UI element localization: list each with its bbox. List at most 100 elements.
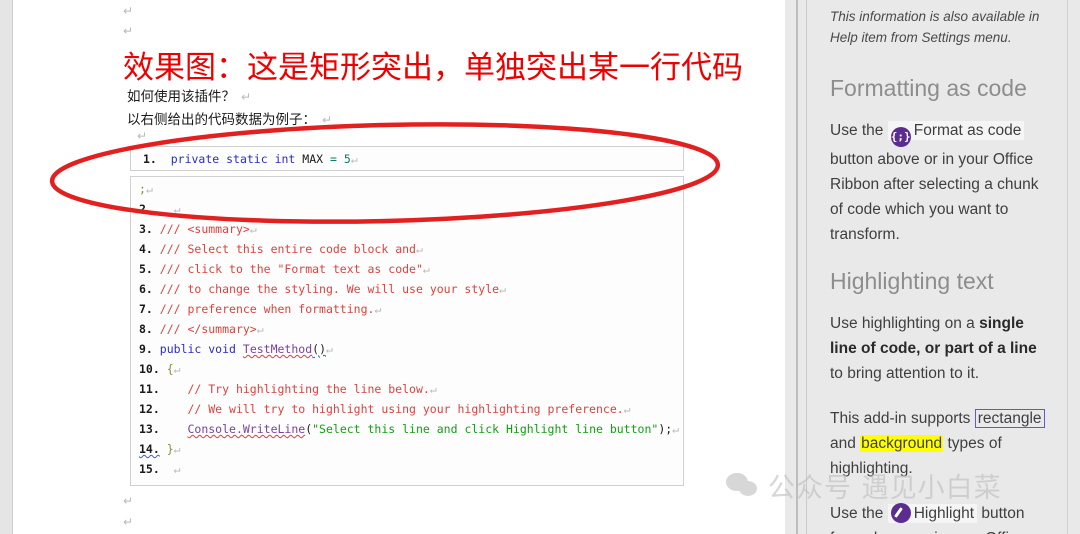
code-line-3: 3. /// <summary>↵ xyxy=(131,219,683,239)
paragraph-marks-bottom: ↵ ↵ ↵ xyxy=(123,492,133,534)
code-comment: /// click to the "Format text as code" xyxy=(159,262,423,276)
pilcrow-mark: ↵ xyxy=(123,494,134,508)
highlight-button-label: Highlight xyxy=(913,505,975,522)
code-line-10: 10. {↵ xyxy=(131,359,683,379)
code-token-brace: { xyxy=(166,362,174,376)
code-line-8: 8. /// </summary>↵ xyxy=(131,319,683,339)
code-line-7: 7. /// preference when formatting.↵ xyxy=(131,299,683,319)
code-line-4: 4. /// Select this entire code block and… xyxy=(131,239,683,259)
page-title: 效果图：这是矩形突出，单独突出某一行代码 xyxy=(123,50,743,86)
pane-separator-strip xyxy=(785,0,812,534)
background-highlight-sample: background xyxy=(860,435,944,452)
pilcrow-mark: ↵ xyxy=(374,302,382,316)
code-comment: /// preference when formatting. xyxy=(159,302,375,316)
text-use-the-2: Use the xyxy=(830,505,888,522)
code-line-12: 12. // We will try to highlight using yo… xyxy=(131,399,683,419)
code-braces-icon: {;} xyxy=(890,127,911,147)
text-format-post: button above or in your Office Ribbon af… xyxy=(830,151,1039,243)
code-token-method: TestMethod xyxy=(242,342,313,356)
pilcrow-mark: ↵ xyxy=(499,282,506,296)
code-line-number: 7. xyxy=(139,302,153,316)
pilcrow-mark: ↵ xyxy=(145,182,153,196)
taskpane-paragraph-highlight-2: This add-in supports rectangle and backg… xyxy=(830,406,1052,481)
code-token-number: 5 xyxy=(343,152,351,166)
text-supports-mid: and xyxy=(830,435,861,452)
code-comment: // Try highlighting the line below. xyxy=(159,382,430,396)
code-line-number: 11. xyxy=(139,382,160,396)
code-line-15: 15. ↵ xyxy=(131,459,683,479)
text-highlight-pre: Use highlighting on a xyxy=(830,315,980,332)
pilcrow-mark: ↵ xyxy=(137,129,148,143)
taskpane-paragraph-format-as-code: Use the {;} Format as code button above o… xyxy=(830,118,1052,247)
pilcrow-mark: ↵ xyxy=(173,202,181,216)
pilcrow-mark: ↵ xyxy=(123,24,134,38)
left-gutter xyxy=(0,0,12,534)
code-line-number: 10. xyxy=(139,362,160,376)
highlight-button[interactable]: Highlight xyxy=(887,503,978,523)
taskpane-heading-highlighting-text: Highlighting text xyxy=(830,268,994,294)
taskpane-intro-text: This information is also available in He… xyxy=(830,9,1040,45)
code-token-keyword: private static int xyxy=(170,152,296,166)
code-token-semicolon: ; xyxy=(139,182,146,196)
pilcrow-mark: ↵ xyxy=(123,4,134,18)
code-line-11: 11. // Try highlighting the line below.↵ xyxy=(131,379,683,399)
pilcrow-mark: ↵ xyxy=(173,362,181,376)
code-comment: /// to change the styling. We will use y… xyxy=(159,282,500,296)
code-block-highlighted[interactable]: 1. private static int MAX = 5↵ xyxy=(130,146,684,171)
code-comment: // We will try to highlight using your h… xyxy=(159,402,624,416)
code-token-identifier: MAX xyxy=(302,152,324,166)
format-as-code-label: Format as code xyxy=(913,122,1022,139)
format-as-code-button[interactable]: {;} Format as code xyxy=(887,121,1025,147)
text-use-the: Use the xyxy=(830,122,888,139)
code-line-number: 8. xyxy=(139,322,153,336)
document-page[interactable]: ↵ ↵ 效果图：这是矩形突出，单独突出某一行代码 如何使用该插件？ ↵ 以右侧给出… xyxy=(13,0,785,534)
pilcrow-mark: ↵ xyxy=(322,113,333,127)
code-comment: /// <summary> xyxy=(159,222,250,236)
code-line-number: 12. xyxy=(139,402,160,416)
code-line-number: 5. xyxy=(139,262,153,276)
pilcrow-mark: ↵ xyxy=(422,262,430,276)
rectangle-highlight-sample: rectangle xyxy=(974,409,1045,428)
code-block-main[interactable]: ;↵ 2. ↵ 3. /// <summary>↵ 4. /// Select … xyxy=(130,176,684,486)
code-line-number: 2. xyxy=(139,202,153,216)
pilcrow-mark: ↵ xyxy=(173,462,181,476)
code-token-parens: () xyxy=(312,342,326,356)
pilcrow-mark: ↵ xyxy=(123,515,134,529)
code-line-number: 9. xyxy=(139,342,153,356)
code-token-paren-close: ); xyxy=(658,422,673,436)
pilcrow-mark: ↵ xyxy=(429,382,437,396)
code-line-number: 4. xyxy=(139,242,153,256)
code-line-14: 14. }↵ xyxy=(131,439,683,459)
pilcrow-mark: ↵ xyxy=(350,152,358,166)
code-comment: /// </summary> xyxy=(159,322,257,336)
code-line-number: 3. xyxy=(139,222,153,236)
code-line-5: 5. /// click to the "Format text as code… xyxy=(131,259,683,279)
taskpane-paragraph-highlight-1: Use highlighting on a single line of cod… xyxy=(830,311,1052,386)
code-token-brace: } xyxy=(166,442,174,456)
code-line-9: 9. public void TestMethod()↵ xyxy=(131,339,683,359)
pane-separator-line-outer[interactable] xyxy=(796,0,798,534)
code-line-13: 13. Console.WriteLine("Select this line … xyxy=(131,419,683,439)
document-text-line-2: 以右侧给出的代码数据为例子： ↵ xyxy=(127,108,332,128)
taskpane-right-edge xyxy=(1068,0,1080,534)
code-line-number: 1. xyxy=(143,152,157,166)
highlighter-pen-icon xyxy=(890,503,911,523)
code-line-number: 13. xyxy=(139,422,160,436)
paragraph-marks-top: ↵ ↵ xyxy=(123,2,133,42)
pane-separator-line-inner xyxy=(806,0,807,534)
pilcrow-mark: ↵ xyxy=(173,442,181,456)
document-text-1: 如何使用该插件？ xyxy=(127,89,235,105)
code-token-string: "Select this line and click Highlight li… xyxy=(312,422,659,436)
code-token-method-call: Console.WriteLine xyxy=(187,422,306,436)
document-text-2: 以右侧给出的代码数据为例子： xyxy=(127,112,316,128)
code-line-6: 6. /// to change the styling. We will us… xyxy=(131,279,683,299)
code-line-number: 14. xyxy=(139,442,160,456)
pilcrow-mark: ↵ xyxy=(241,90,252,104)
document-text-line-1: 如何使用该插件？ ↵ xyxy=(127,85,251,105)
code-comment: /// Select this entire code block and xyxy=(159,242,416,256)
taskpane-heading-formatting-as-code: Formatting as code xyxy=(830,75,1027,101)
text-or-italic: or xyxy=(916,530,930,534)
code-line-stray-semicolon: ;↵ xyxy=(131,177,683,199)
text-supports-pre: This add-in supports xyxy=(830,410,975,427)
taskpane-paragraph-highlight-3: Use the Highlight button from above, or … xyxy=(830,501,1052,534)
